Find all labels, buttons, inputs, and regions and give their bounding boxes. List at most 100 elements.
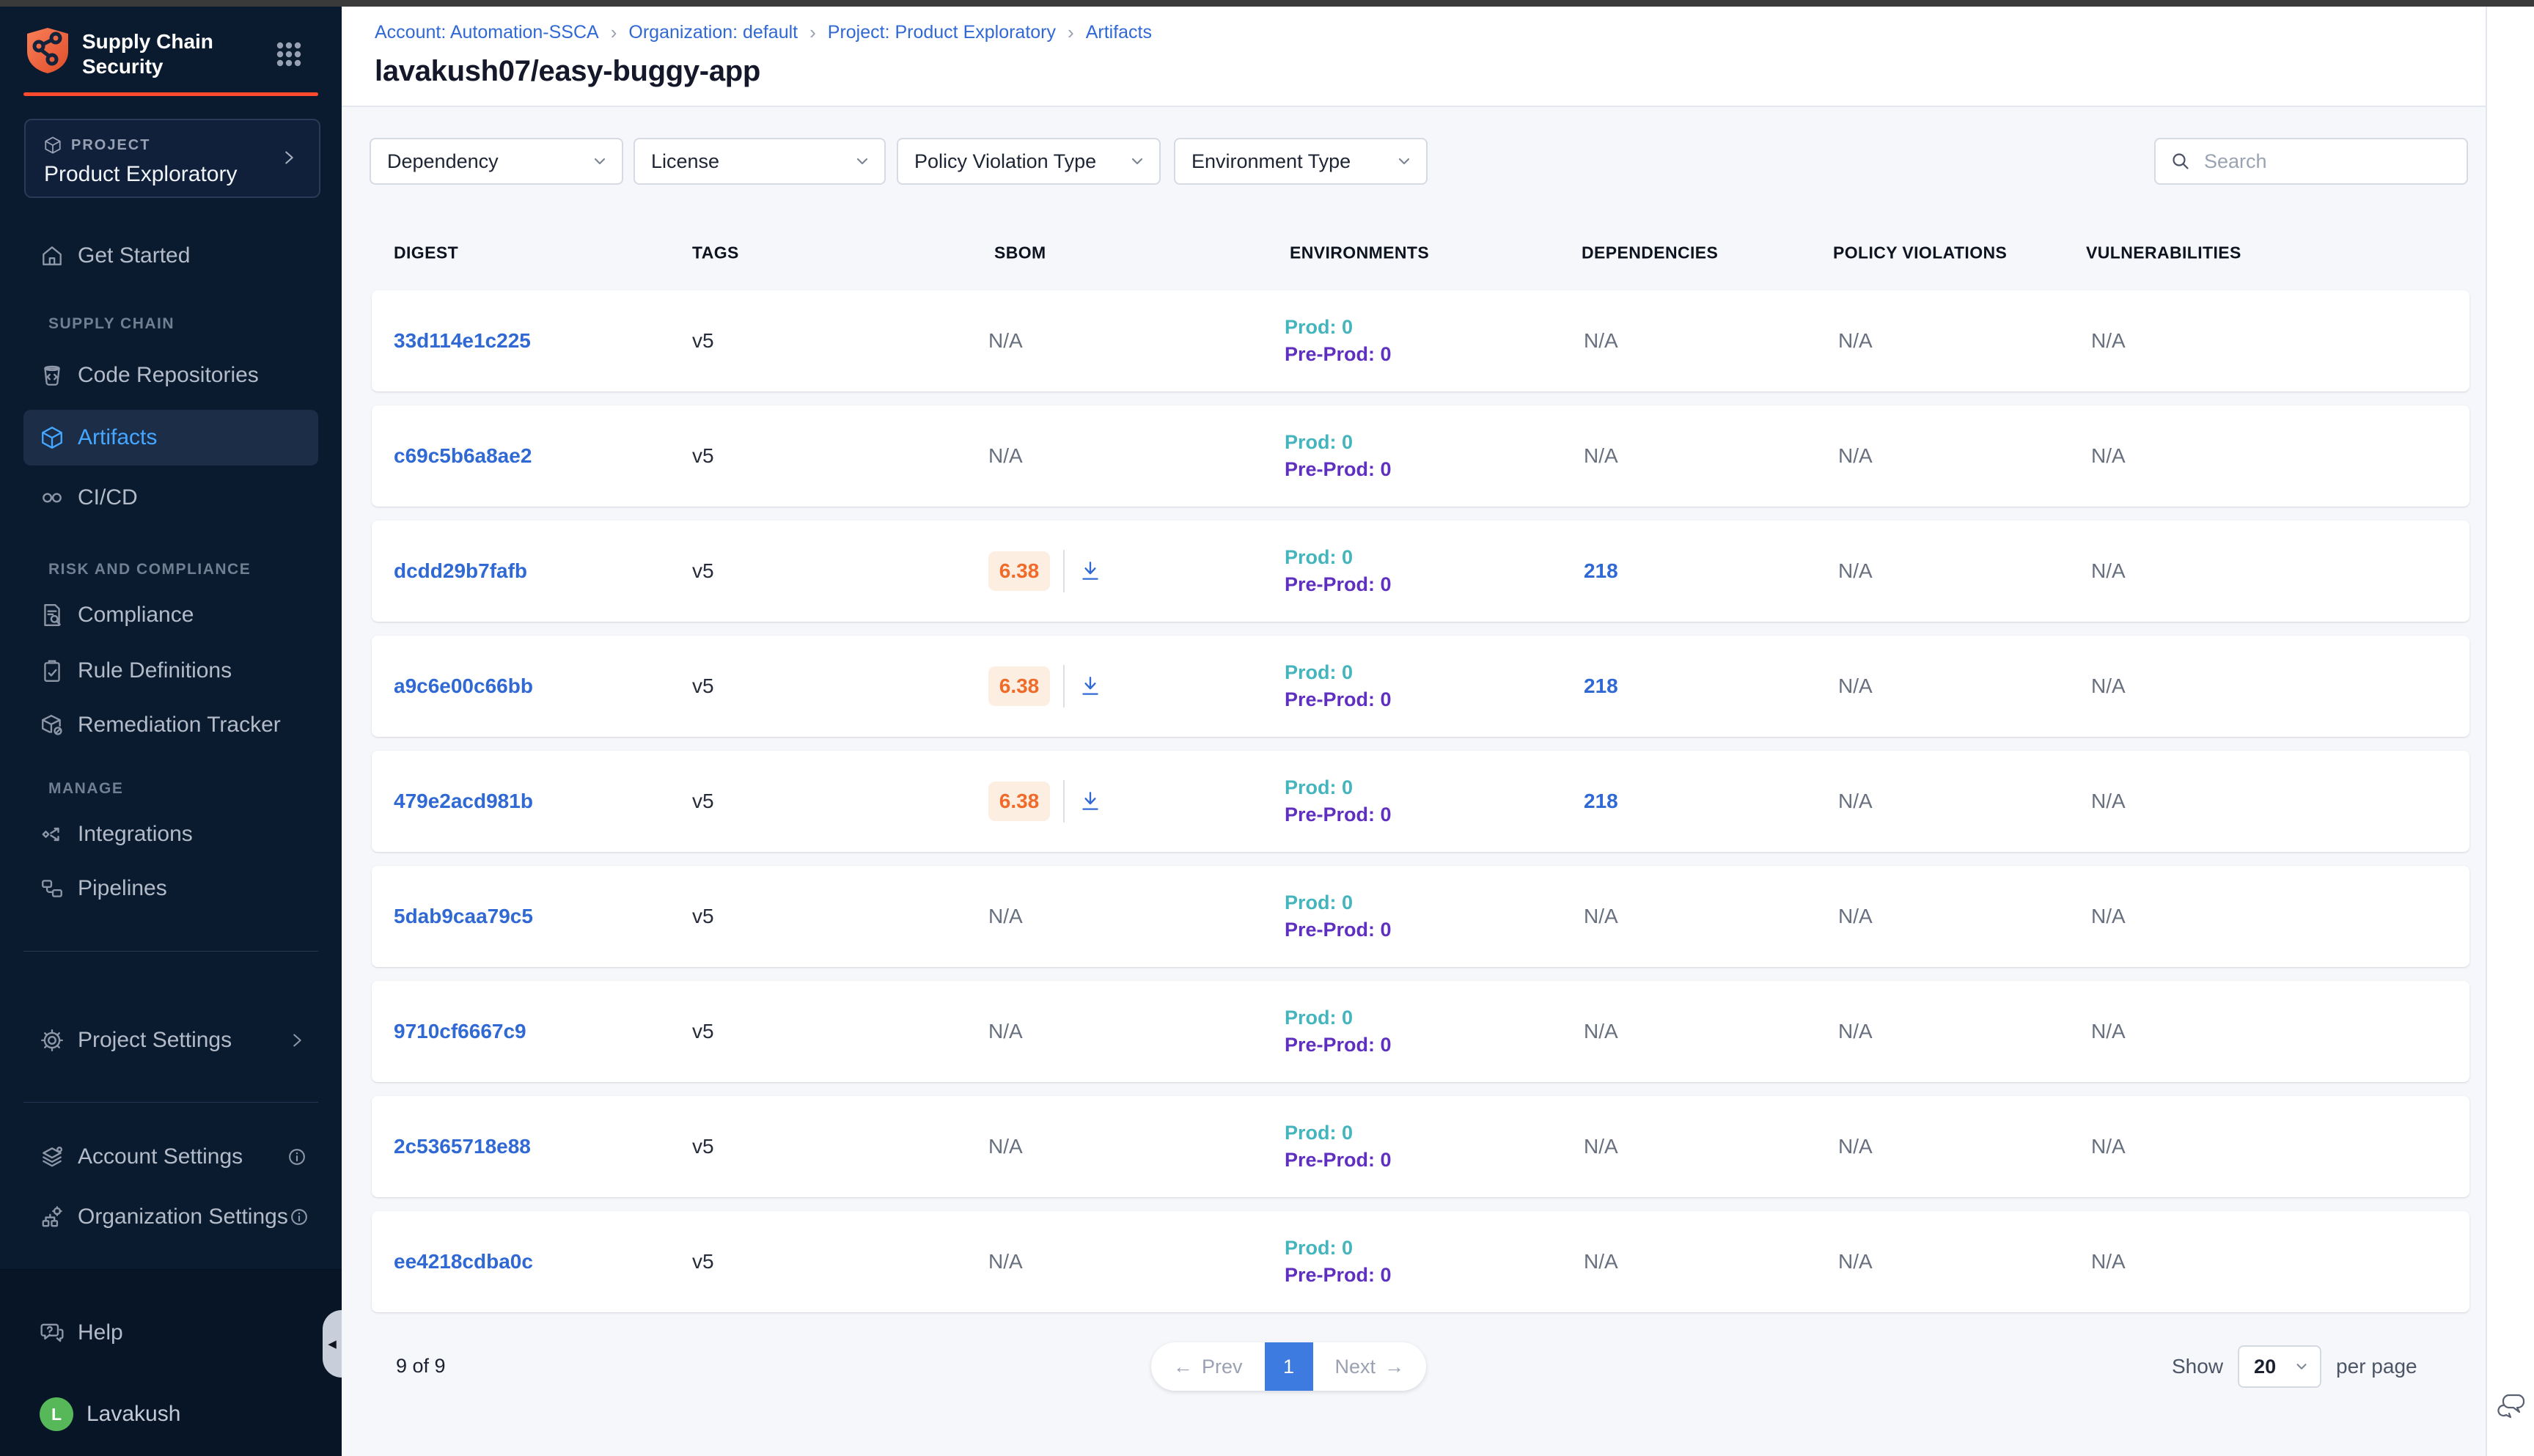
cube-icon <box>40 425 65 450</box>
digest-link[interactable]: 2c5365718e88 <box>394 1135 531 1158</box>
chevron-down-icon <box>591 152 609 170</box>
digest-link[interactable]: a9c6e00c66bb <box>394 674 533 698</box>
download-sbom-icon[interactable] <box>1078 789 1103 814</box>
app-root: Supply Chain Security PROJECT Product Ex… <box>0 0 2534 1456</box>
digest-link[interactable]: dcdd29b7fafb <box>394 559 527 583</box>
env-preprod-count[interactable]: Pre-Prod: 0 <box>1285 801 1392 828</box>
sidebar-item-cicd[interactable]: CI/CD <box>23 470 318 526</box>
environments-cell: Prod: 0 Pre-Prod: 0 <box>1285 429 1392 483</box>
per-page-select[interactable]: 20 <box>2238 1345 2321 1388</box>
download-sbom-icon[interactable] <box>1078 674 1103 699</box>
sidebar-item-remediation-tracker[interactable]: Remediation Tracker <box>23 697 318 753</box>
environments-cell: Prod: 0 Pre-Prod: 0 <box>1285 544 1392 598</box>
per-page-control: Show 20 per page <box>2172 1344 2417 1389</box>
filter-license[interactable]: License <box>634 138 886 185</box>
chevron-down-icon <box>1128 152 1146 170</box>
vulnerabilities-cell: N/A <box>2091 1135 2126 1158</box>
chevron-right-icon <box>278 147 300 169</box>
filter-policy-violation-type[interactable]: Policy Violation Type <box>897 138 1161 185</box>
env-prod-count[interactable]: Prod: 0 <box>1285 1235 1392 1262</box>
table-header-row: DIGEST TAGS SBOM ENVIRONMENTS DEPENDENCI… <box>372 233 2469 273</box>
env-preprod-count[interactable]: Pre-Prod: 0 <box>1285 916 1392 944</box>
env-preprod-count[interactable]: Pre-Prod: 0 <box>1285 1032 1392 1059</box>
dependencies-link[interactable]: 218 <box>1584 674 1618 698</box>
module-grid-icon[interactable] <box>273 38 305 70</box>
column-header-digest: DIGEST <box>394 243 458 263</box>
sbom-cell: 6.38 <box>988 780 1103 823</box>
sidebar-item-rule-definitions[interactable]: Rule Definitions <box>23 643 318 699</box>
page-number-button[interactable]: 1 <box>1265 1342 1313 1391</box>
env-preprod-count[interactable]: Pre-Prod: 0 <box>1285 571 1392 598</box>
env-prod-count[interactable]: Prod: 0 <box>1285 774 1392 801</box>
chevron-down-icon <box>2294 1358 2310 1375</box>
sidebar-divider <box>23 1102 318 1103</box>
digest-link[interactable]: ee4218cdba0c <box>394 1250 533 1273</box>
sidebar-item-get-started[interactable]: Get Started <box>23 228 318 284</box>
project-selector-name: Product Exploratory <box>44 162 237 187</box>
show-label: Show <box>2172 1355 2223 1378</box>
prev-page-button[interactable]: ← Prev <box>1151 1342 1265 1391</box>
digest-link[interactable]: 33d114e1c225 <box>394 329 531 353</box>
column-header-tags: TAGS <box>692 243 739 263</box>
vertical-divider <box>1063 550 1065 592</box>
column-header-environments: ENVIRONMENTS <box>1290 243 1429 263</box>
chevron-right-icon <box>286 1029 308 1051</box>
sidebar-collapse-handle[interactable]: ◀ <box>323 1310 342 1378</box>
download-sbom-icon[interactable] <box>1078 559 1103 584</box>
sidebar-item-integrations[interactable]: Integrations <box>23 806 318 862</box>
digest-link[interactable]: 9710cf6667c9 <box>394 1020 526 1043</box>
env-prod-count[interactable]: Prod: 0 <box>1285 429 1392 456</box>
environments-cell: Prod: 0 Pre-Prod: 0 <box>1285 889 1392 944</box>
search-input[interactable] <box>2203 150 2447 174</box>
sidebar-item-artifacts[interactable]: Artifacts <box>23 410 318 466</box>
sidebar-item-pipelines[interactable]: Pipelines <box>23 861 318 916</box>
policy-violations-cell: N/A <box>1838 905 1873 928</box>
user-menu[interactable]: L Lavakush <box>23 1386 318 1442</box>
sidebar-item-label: Account Settings <box>78 1144 243 1169</box>
filter-environment-type[interactable]: Environment Type <box>1174 138 1428 185</box>
chat-bubbles-icon[interactable] <box>2496 1389 2530 1423</box>
sidebar-item-project-settings[interactable]: Project Settings <box>23 1012 318 1068</box>
env-prod-count[interactable]: Prod: 0 <box>1285 1119 1392 1147</box>
env-preprod-count[interactable]: Pre-Prod: 0 <box>1285 341 1392 368</box>
env-preprod-count[interactable]: Pre-Prod: 0 <box>1285 456 1392 483</box>
dependencies-link[interactable]: 218 <box>1584 559 1618 583</box>
chevron-down-icon <box>853 152 871 170</box>
project-selector[interactable]: PROJECT Product Exploratory <box>24 119 320 198</box>
breadcrumb-organization-link[interactable]: Organization: default <box>628 22 798 43</box>
breadcrumb-artifacts-link[interactable]: Artifacts <box>1086 22 1152 43</box>
sidebar-item-code-repositories[interactable]: Code Repositories <box>23 348 318 403</box>
cube-icon <box>43 136 62 155</box>
filter-dependency[interactable]: Dependency <box>370 138 623 185</box>
env-prod-count[interactable]: Prod: 0 <box>1285 1004 1392 1032</box>
table-row: c69c5b6a8ae2 v5 N/A Prod: 0 Pre-Prod: 0 … <box>372 405 2469 507</box>
column-header-sbom: SBOM <box>994 243 1046 263</box>
env-prod-count[interactable]: Prod: 0 <box>1285 314 1392 341</box>
env-prod-count[interactable]: Prod: 0 <box>1285 889 1392 916</box>
sidebar-item-compliance[interactable]: Compliance <box>23 587 318 643</box>
next-page-button[interactable]: Next → <box>1313 1342 1427 1391</box>
table-row: 2c5365718e88 v5 N/A Prod: 0 Pre-Prod: 0 … <box>372 1096 2469 1197</box>
info-icon[interactable] <box>288 1206 310 1228</box>
digest-link[interactable]: 5dab9caa79c5 <box>394 905 533 928</box>
breadcrumb-project-link[interactable]: Project: Product Exploratory <box>828 22 1056 43</box>
env-preprod-count[interactable]: Pre-Prod: 0 <box>1285 1147 1392 1174</box>
sidebar-item-organization-settings[interactable]: Organization Settings <box>23 1189 318 1245</box>
info-icon[interactable] <box>286 1146 308 1168</box>
sidebar-item-help[interactable]: Help <box>23 1305 318 1361</box>
env-preprod-count[interactable]: Pre-Prod: 0 <box>1285 1262 1392 1289</box>
policy-violations-cell: N/A <box>1838 329 1873 353</box>
page-title: lavakush07/easy-buggy-app <box>375 55 760 88</box>
integrations-icon <box>40 822 65 847</box>
env-preprod-count[interactable]: Pre-Prod: 0 <box>1285 686 1392 713</box>
sidebar-item-account-settings[interactable]: Account Settings <box>23 1129 318 1185</box>
page-header: Account: Automation-SSCA › Organization:… <box>342 7 2486 107</box>
digest-link[interactable]: c69c5b6a8ae2 <box>394 444 532 468</box>
breadcrumb-account-link[interactable]: Account: Automation-SSCA <box>375 22 599 43</box>
digest-link[interactable]: 479e2acd981b <box>394 790 533 813</box>
env-prod-count[interactable]: Prod: 0 <box>1285 659 1392 686</box>
env-prod-count[interactable]: Prod: 0 <box>1285 544 1392 571</box>
vulnerabilities-cell: N/A <box>2091 329 2126 353</box>
sidebar-section-risk-and-compliance: RISK AND COMPLIANCE <box>48 559 251 581</box>
dependencies-link[interactable]: 218 <box>1584 790 1618 813</box>
